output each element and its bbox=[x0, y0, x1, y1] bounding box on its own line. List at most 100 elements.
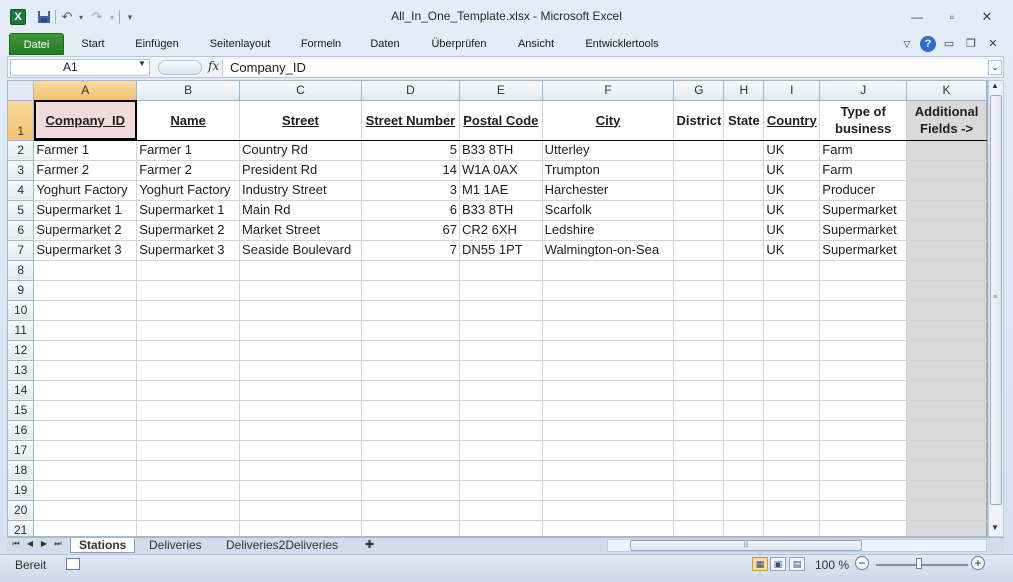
header-cell[interactable]: City bbox=[542, 100, 675, 141]
cell[interactable] bbox=[763, 460, 821, 481]
last-sheet-icon[interactable]: ⏭ bbox=[52, 539, 64, 549]
workbook-restore-icon[interactable]: ❐ bbox=[963, 36, 979, 52]
cell[interactable] bbox=[819, 520, 908, 536]
cell[interactable] bbox=[542, 260, 675, 281]
cell[interactable]: B33 8TH bbox=[459, 200, 543, 221]
cell[interactable] bbox=[136, 520, 241, 536]
sheet-tab-deliveries[interactable]: Deliveries bbox=[141, 538, 210, 553]
column-header[interactable]: D bbox=[361, 81, 461, 101]
tab-ansicht[interactable]: Ansicht bbox=[510, 33, 562, 55]
select-all-corner[interactable] bbox=[8, 81, 35, 101]
row-header[interactable]: 8 bbox=[8, 260, 35, 281]
tab-datei[interactable]: Datei bbox=[9, 33, 64, 55]
cell[interactable] bbox=[542, 440, 675, 461]
cell[interactable]: UK bbox=[763, 220, 821, 241]
cell[interactable] bbox=[819, 420, 908, 441]
header-cell[interactable]: State bbox=[723, 100, 765, 141]
cell[interactable] bbox=[819, 340, 908, 361]
cell[interactable]: Supermarket 1 bbox=[33, 200, 138, 221]
minimize-icon[interactable]: — bbox=[906, 10, 928, 24]
cell[interactable] bbox=[723, 400, 765, 421]
column-header[interactable]: G bbox=[673, 81, 725, 101]
cell[interactable]: UK bbox=[763, 140, 821, 161]
worksheet-grid[interactable]: A B C D E F G H I J K 1 Company_ID Name Str… bbox=[7, 80, 988, 537]
workbook-close-icon[interactable]: ✕ bbox=[985, 36, 1001, 52]
cell[interactable]: Producer bbox=[819, 180, 908, 201]
row-header[interactable]: 18 bbox=[8, 460, 35, 481]
cell[interactable] bbox=[673, 140, 725, 161]
cell[interactable] bbox=[906, 180, 987, 201]
row-header[interactable]: 5 bbox=[8, 200, 35, 221]
cell[interactable] bbox=[361, 420, 461, 441]
header-cell[interactable]: District bbox=[673, 100, 725, 141]
cell[interactable] bbox=[33, 440, 138, 461]
cell[interactable] bbox=[33, 420, 138, 441]
cell[interactable] bbox=[239, 440, 362, 461]
cell[interactable] bbox=[239, 400, 362, 421]
cell[interactable] bbox=[763, 440, 821, 461]
cell[interactable] bbox=[542, 520, 675, 536]
cell[interactable] bbox=[673, 340, 725, 361]
column-header[interactable]: I bbox=[763, 81, 821, 101]
row-header[interactable]: 17 bbox=[8, 440, 35, 461]
cell[interactable] bbox=[136, 480, 241, 501]
cell[interactable] bbox=[673, 220, 725, 241]
cell[interactable]: Main Rd bbox=[239, 200, 362, 221]
next-sheet-icon[interactable]: ▶ bbox=[38, 539, 50, 548]
cell[interactable] bbox=[763, 320, 821, 341]
cell[interactable] bbox=[819, 440, 908, 461]
cell[interactable] bbox=[136, 300, 241, 321]
cell[interactable] bbox=[819, 260, 908, 281]
cell[interactable] bbox=[763, 420, 821, 441]
cell[interactable] bbox=[673, 240, 725, 261]
cell[interactable] bbox=[361, 400, 461, 421]
cell[interactable]: Trumpton bbox=[542, 160, 675, 181]
tab-einfuegen[interactable]: Einfügen bbox=[126, 33, 188, 55]
cell[interactable] bbox=[906, 220, 987, 241]
cell[interactable] bbox=[33, 320, 138, 341]
cell[interactable]: Farm bbox=[819, 160, 908, 181]
cell[interactable] bbox=[723, 220, 765, 241]
cell[interactable] bbox=[723, 460, 765, 481]
cell[interactable] bbox=[906, 500, 987, 521]
sheet-tab-deliveries2deliveries[interactable]: Deliveries2Deliveries bbox=[218, 538, 346, 553]
cell[interactable] bbox=[763, 400, 821, 421]
header-cell[interactable]: Company_ID bbox=[33, 100, 138, 141]
column-header[interactable]: J bbox=[819, 81, 908, 101]
row-header[interactable]: 6 bbox=[8, 220, 35, 241]
horizontal-scroll-thumb[interactable]: ||| bbox=[630, 540, 862, 551]
cell[interactable] bbox=[361, 260, 461, 281]
page-layout-view-icon[interactable]: ▣ bbox=[770, 557, 786, 571]
cell[interactable] bbox=[763, 380, 821, 401]
row-header[interactable]: 3 bbox=[8, 160, 35, 181]
cell[interactable]: Industry Street bbox=[239, 180, 362, 201]
cell[interactable] bbox=[906, 200, 987, 221]
cell[interactable] bbox=[906, 380, 987, 401]
column-header[interactable]: H bbox=[723, 81, 765, 101]
sheet-tab-stations[interactable]: Stations bbox=[70, 538, 136, 553]
cell[interactable] bbox=[819, 400, 908, 421]
cell[interactable] bbox=[459, 320, 543, 341]
cell[interactable] bbox=[33, 380, 138, 401]
cell[interactable] bbox=[906, 280, 987, 301]
column-header[interactable]: A bbox=[33, 81, 138, 101]
cell[interactable] bbox=[723, 280, 765, 301]
cell[interactable]: Farmer 2 bbox=[33, 160, 138, 181]
cell[interactable]: Scarfolk bbox=[542, 200, 675, 221]
cell[interactable] bbox=[33, 340, 138, 361]
cell[interactable] bbox=[136, 260, 241, 281]
scroll-up-icon[interactable]: ▲ bbox=[991, 81, 999, 90]
row-header[interactable]: 14 bbox=[8, 380, 35, 401]
cell[interactable]: Supermarket bbox=[819, 220, 908, 241]
cell[interactable]: UK bbox=[763, 160, 821, 181]
cell[interactable] bbox=[361, 320, 461, 341]
cell[interactable] bbox=[673, 380, 725, 401]
cell[interactable] bbox=[819, 500, 908, 521]
cell[interactable]: UK bbox=[763, 180, 821, 201]
cell[interactable] bbox=[542, 400, 675, 421]
cell[interactable] bbox=[361, 340, 461, 361]
cell[interactable] bbox=[819, 480, 908, 501]
cell[interactable] bbox=[542, 480, 675, 501]
macro-record-icon[interactable] bbox=[66, 558, 80, 570]
cell[interactable] bbox=[459, 440, 543, 461]
